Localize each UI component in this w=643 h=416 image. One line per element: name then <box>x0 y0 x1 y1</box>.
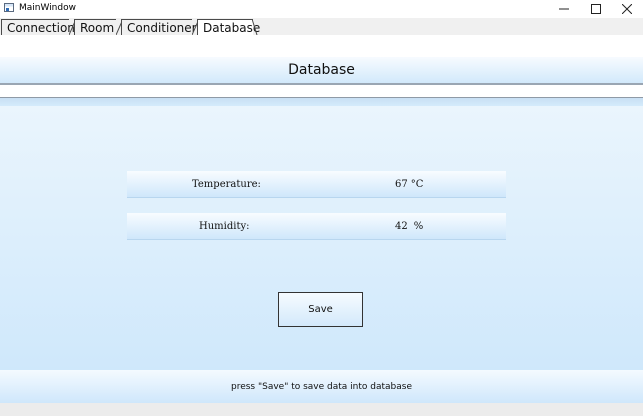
tab-label: Connection <box>7 21 75 35</box>
maximize-icon <box>591 4 601 14</box>
window-title: MainWindow <box>19 3 76 13</box>
minimize-icon <box>559 8 569 10</box>
tab-database[interactable]: Database <box>197 19 260 35</box>
app-window-icon <box>4 3 14 12</box>
humidity-number: 42 <box>395 221 408 232</box>
close-button[interactable] <box>611 0 643 18</box>
close-icon <box>622 4 632 14</box>
humidity-value: 42% <box>395 221 423 232</box>
tab-separator-icon <box>252 19 258 35</box>
page-header: Database <box>0 57 643 85</box>
header-divider <box>0 97 643 106</box>
page-top-spacer <box>0 35 643 57</box>
tab-strip: Connection Room Conditioner Database <box>0 18 643 35</box>
minimize-button[interactable] <box>548 0 580 18</box>
main-window: MainWindow Connection Room Conditioner D… <box>0 0 643 416</box>
bottom-strip <box>0 403 643 416</box>
status-footer: press "Save" to save data into database <box>0 370 643 403</box>
page-title: Database <box>288 62 355 78</box>
humidity-unit: % <box>413 221 424 232</box>
temperature-label: Temperature: <box>192 179 261 190</box>
tab-connection[interactable]: Connection <box>1 19 75 35</box>
maximize-button[interactable] <box>580 0 612 18</box>
tab-room[interactable]: Room <box>74 19 116 35</box>
save-button[interactable]: Save <box>278 292 363 327</box>
temperature-number: 67 <box>395 179 408 190</box>
humidity-label: Humidity: <box>199 221 250 232</box>
title-bar: MainWindow <box>0 0 643 18</box>
temperature-value: 67 °C <box>395 179 423 190</box>
tab-conditioner[interactable]: Conditioner <box>121 19 197 35</box>
humidity-row: Humidity: 42% <box>127 213 506 240</box>
temperature-unit: °C <box>410 179 424 190</box>
save-hint-text: press "Save" to save data into database <box>230 381 412 392</box>
tab-label: Conditioner <box>127 21 197 35</box>
temperature-row: Temperature: 67 °C <box>127 171 506 198</box>
tab-label: Room <box>80 21 115 35</box>
